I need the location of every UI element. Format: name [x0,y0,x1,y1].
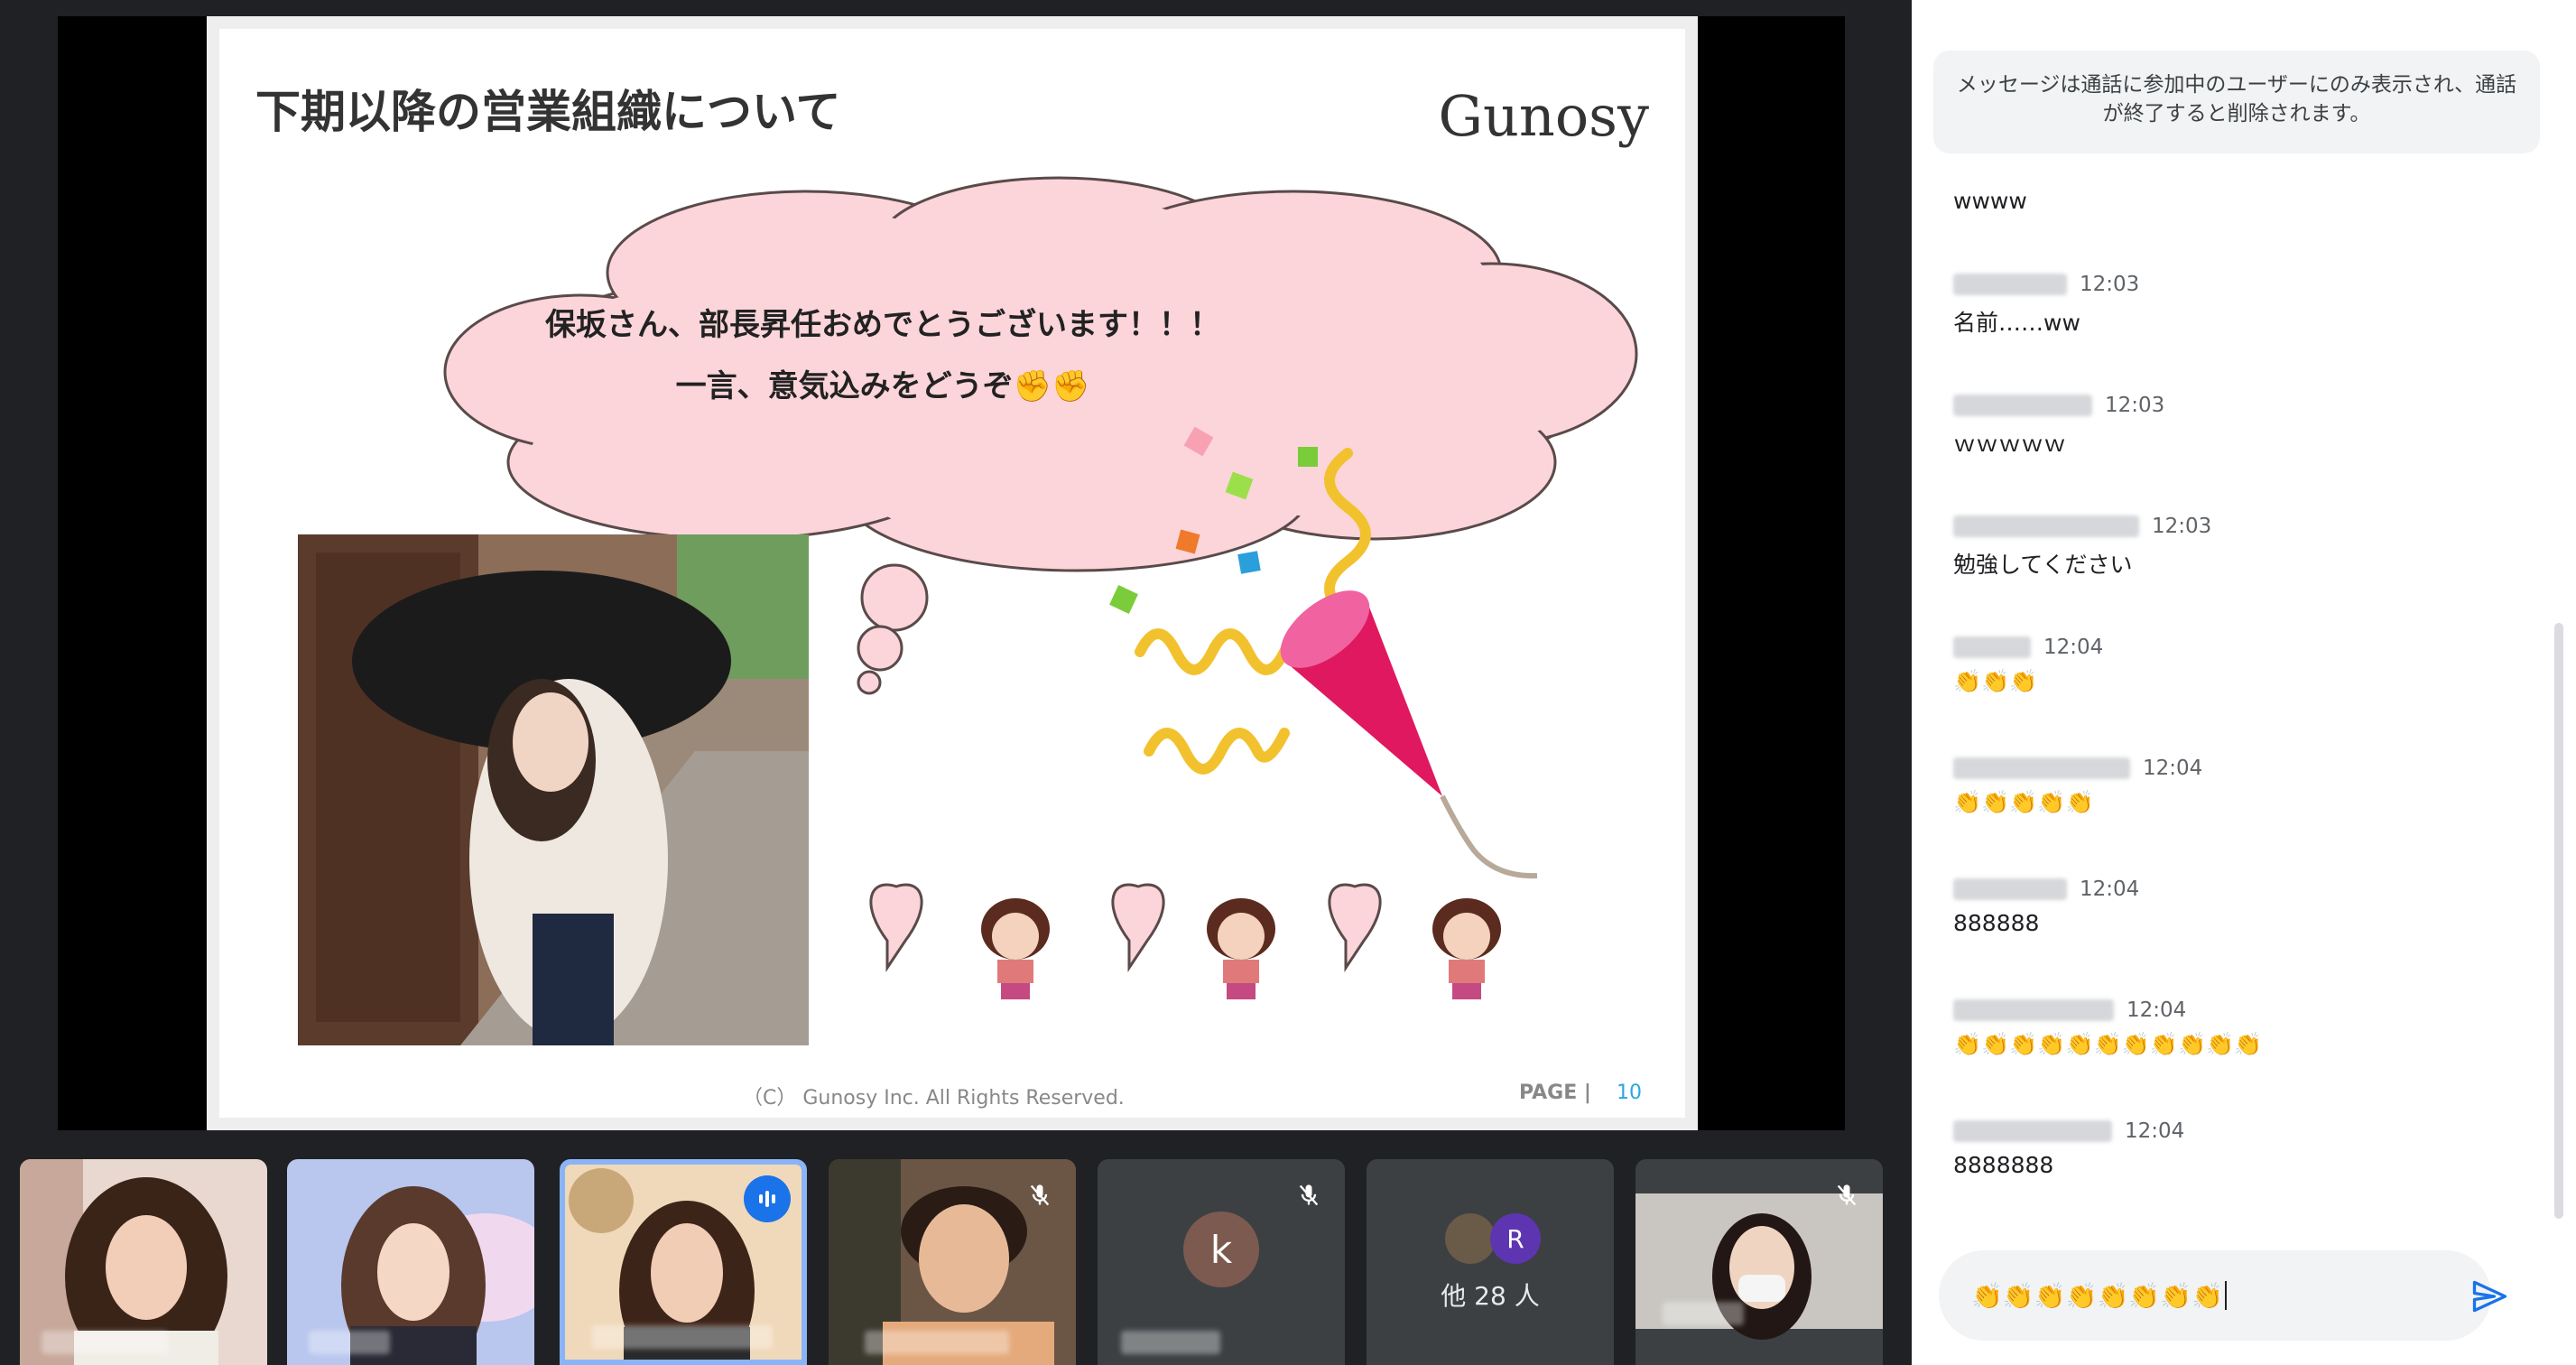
slide: 下期以降の営業組織について Gunosy 保坂さん、部長昇任おめでとうございます… [207,16,1698,1130]
chat-message: wwww [1953,181,2495,214]
chat-message-time: 12:04 [2125,1119,2185,1143]
chat-message-text: 勉強してください [1953,552,2133,578]
slide-page-label: PAGE | [1519,1082,1591,1104]
sender-name [1953,636,2031,658]
celebration-illustration [857,426,1538,999]
text-caret [2224,1281,2227,1310]
chat-notice: メッセージは通話に参加中のユーザーにのみ表示され、通話が終了すると削除されます。 [1933,51,2540,153]
sender-name [1953,999,2114,1021]
chat-message-time: 12:03 [2105,394,2165,417]
gunosy-logo: Gunosy [1438,83,1649,149]
participant-tile-4[interactable] [829,1159,1076,1365]
chat-panel: メッセージは通話に参加中のユーザーにのみ表示され、通話が終了すると削除されます。… [1912,0,2576,1365]
participant-name-2 [309,1331,390,1354]
participant-tile-3-speaking[interactable] [560,1159,807,1365]
sender-name [1953,395,2092,416]
chat-scrollbar[interactable] [2554,623,2563,1219]
chat-message-text: 👏👏👏👏👏 [1953,789,2094,815]
chat-message: 12:03 ｗｗｗｗｗ [1953,392,2495,459]
chat-message: 12:04 888888 [1953,876,2495,936]
slide-copyright: （C） Gunosy Inc. All Rights Reserved. [743,1087,1125,1110]
chat-message: 12:04 👏👏👏 [1953,634,2495,695]
cloud-message-line1: 保坂さん、部長昇任おめでとうございます！！！ [545,307,1220,343]
sender-name [1953,757,2130,779]
presentation-stage: 下期以降の営業組織について Gunosy 保坂さん、部長昇任おめでとうございます… [58,16,1845,1130]
chat-message-text: wwww [1953,188,2027,214]
chat-message-time: 12:03 [2080,273,2140,296]
umbrella-photo [298,534,809,1045]
participant-name-4 [865,1331,1009,1354]
participant-tile-7[interactable] [1635,1159,1883,1365]
chat-message-time: 12:04 [2127,998,2187,1022]
chat-message-time: 12:04 [2143,757,2203,780]
chat-message: 12:03 勉強してください [1953,513,2495,580]
slide-page-number: 10 [1617,1082,1642,1104]
chat-message: 12:03 名前……ww [1953,271,2495,338]
slide-title: 下期以降の営業組織について [255,86,841,138]
cloud-message-line2: 一言、意気込みをどうぞ✊✊ [675,368,1090,404]
send-button[interactable] [2464,1271,2515,1322]
sender-name [1953,515,2139,537]
participant-tile-5[interactable]: k [1098,1159,1345,1365]
participant-tile-2[interactable] [287,1159,534,1365]
others-tile[interactable]: R 他 28 人 [1367,1159,1614,1365]
mic-off-icon [1020,1175,1060,1215]
participant-name-7 [1663,1302,1744,1325]
participant-name-3 [592,1325,773,1349]
participant-name-1 [42,1331,168,1354]
speaking-indicator-icon [744,1175,791,1222]
chat-input-value: 👏👏👏👏👏👏👏👏 [1971,1280,2223,1311]
chat-message-time: 12:03 [2152,515,2212,538]
chat-message-text: 👏👏👏👏👏👏👏👏👏👏👏 [1953,1031,2263,1057]
sender-name [1953,878,2067,900]
participant-tile-1[interactable] [20,1159,267,1365]
avatar-r: R [1506,1224,1524,1254]
chat-message: 12:04 👏👏👏👏👏👏👏👏👏👏👏 [1953,997,2495,1058]
chat-message-time: 12:04 [2043,636,2104,659]
chat-message-input[interactable]: 👏👏👏👏👏👏👏👏 [1939,1250,2491,1341]
chat-message-text: 👏👏👏 [1953,668,2038,694]
mic-off-icon [1289,1175,1329,1215]
participant-avatar-k: k [1183,1212,1259,1287]
chat-message-text: 名前……ww [1953,310,2080,336]
others-count-label: 他 28 人 [1441,1281,1540,1311]
chat-message: 12:04 👏👏👏👏👏 [1953,755,2495,816]
chat-message-text: ｗｗｗｗｗ [1953,431,2067,457]
others-avatars: R [1445,1213,1541,1264]
participant-name-5 [1121,1331,1220,1354]
chat-message-text: 8888888 [1953,1152,2054,1178]
mic-off-icon [1827,1175,1867,1215]
chat-message-time: 12:04 [2080,878,2140,901]
sender-name [1953,1120,2112,1142]
chat-message: 12:04 8888888 [1953,1118,2495,1178]
send-icon [2472,1280,2507,1313]
chat-message-text: 888888 [1953,910,2040,936]
sender-name [1953,274,2067,295]
